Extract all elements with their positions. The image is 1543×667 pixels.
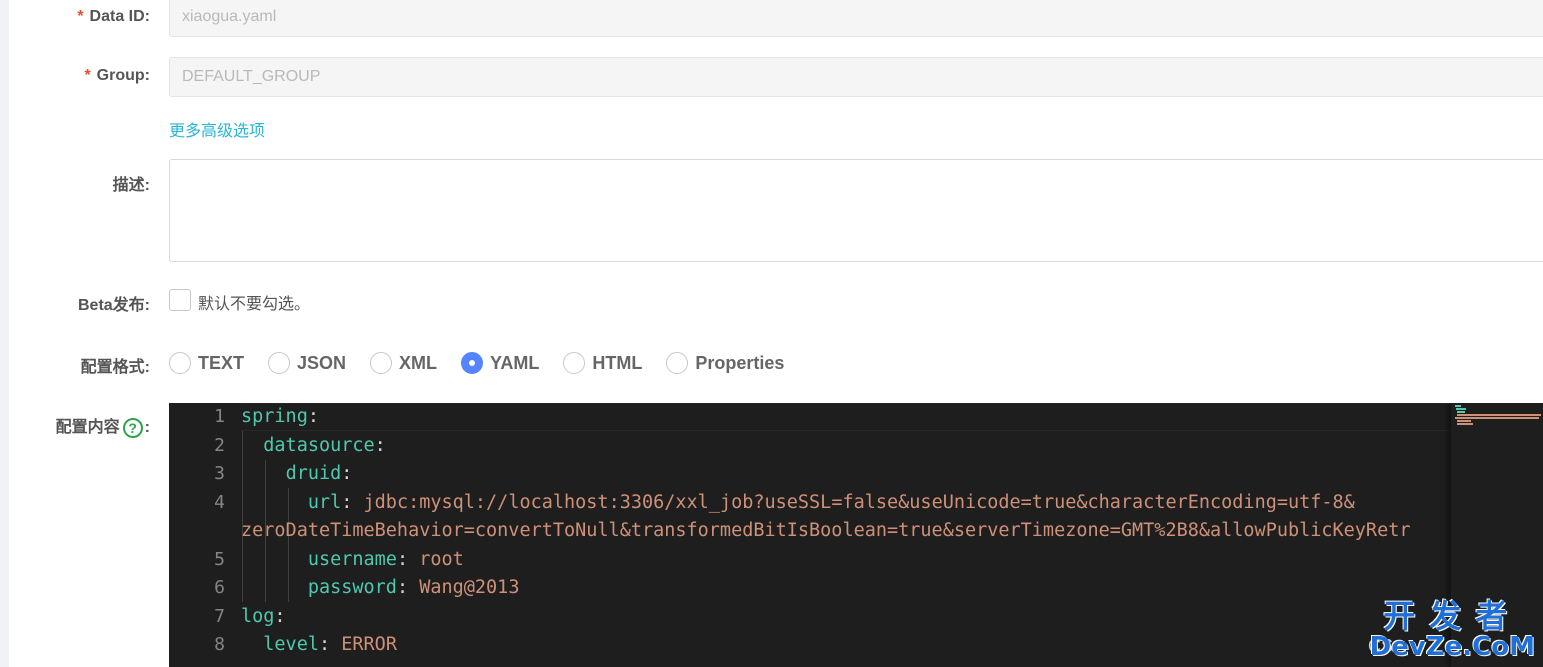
code-line: spring: xyxy=(241,406,319,427)
radio-button[interactable] xyxy=(666,352,689,374)
line-number: 4 xyxy=(214,491,225,513)
format-option-json[interactable]: JSON xyxy=(268,352,346,374)
minimap-line xyxy=(1457,423,1473,425)
beta-label: Beta发布: xyxy=(77,297,150,314)
content-label-text: 配置内容 xyxy=(55,419,120,436)
advanced-options-link[interactable]: 更多高级选项 xyxy=(169,117,265,141)
required-mark: * xyxy=(84,67,91,84)
radio-button[interactable] xyxy=(370,352,393,374)
line-number: 3 xyxy=(214,463,225,484)
minimap-line xyxy=(1455,417,1539,419)
format-option-properties[interactable]: Properties xyxy=(666,352,784,374)
line-number-gutter: 1 2 3 4 5 6 7 8 xyxy=(169,403,239,667)
minimap-line xyxy=(1455,405,1461,407)
format-option-xml[interactable]: XML xyxy=(370,352,437,374)
code-editor[interactable]: 1 2 3 4 5 6 7 8 spring: datasource: drui… xyxy=(169,403,1543,667)
description-label: 描述: xyxy=(112,177,150,194)
data-id-label: * Data ID: xyxy=(77,8,150,26)
content-label: 配置内容?: xyxy=(56,413,150,438)
description-textarea[interactable] xyxy=(169,159,1543,262)
line-number: 2 xyxy=(214,434,225,456)
code-line: username: root xyxy=(307,548,464,570)
line-number: 8 xyxy=(214,634,225,655)
beta-checkbox[interactable] xyxy=(169,289,191,311)
format-option-label: JSON xyxy=(297,352,347,373)
csdn-watermark-text: CS xyxy=(1367,636,1393,656)
code-line: log: xyxy=(241,605,286,627)
help-icon[interactable]: ? xyxy=(122,417,143,438)
code-line: level: ERROR xyxy=(263,634,397,655)
code-line: password: Wang@2013 xyxy=(307,577,520,598)
required-mark: * xyxy=(77,8,84,25)
group-label-text: Group: xyxy=(96,67,150,84)
group-input[interactable] xyxy=(169,57,1543,97)
minimap-line xyxy=(1457,411,1465,413)
format-option-label: HTML xyxy=(592,352,643,373)
config-form-page: * Data ID: * Group: 更多高级选项 描述: Beta发布: 默认不… xyxy=(0,0,1543,667)
radio-button-selected[interactable] xyxy=(461,352,484,374)
radio-button[interactable] xyxy=(169,352,191,374)
code-line: url: jdbc:mysql://localhost:3306/xxl_job… xyxy=(307,491,1355,513)
minimap-line xyxy=(1457,420,1471,422)
data-id-input[interactable] xyxy=(169,0,1543,37)
format-label: 配置格式: xyxy=(80,359,150,376)
code-line-wrapped: zeroDateTimeBehavior=convertToNull&trans… xyxy=(241,520,1411,541)
format-option-html[interactable]: HTML xyxy=(563,352,642,374)
line-number: 1 xyxy=(214,406,225,427)
format-option-text[interactable]: TEXT xyxy=(169,352,244,374)
format-option-yaml[interactable]: YAML xyxy=(461,352,539,374)
editor-minimap[interactable] xyxy=(1451,403,1543,667)
code-line: druid: xyxy=(285,463,353,484)
radio-button[interactable] xyxy=(268,352,291,374)
group-label: * Group: xyxy=(84,67,150,85)
code-line: datasource: xyxy=(263,434,386,456)
code-area[interactable]: spring: datasource: druid: url: jdbc:mys… xyxy=(241,403,1451,667)
beta-checkbox-text: 默认不要勾选。 xyxy=(198,296,311,313)
content-label-colon: : xyxy=(144,419,150,436)
format-option-label: TEXT xyxy=(198,352,245,373)
line-number: 7 xyxy=(214,605,225,627)
format-option-label: Properties xyxy=(695,352,785,373)
minimap-line xyxy=(1456,408,1466,410)
data-id-label-text: Data ID: xyxy=(89,8,150,25)
format-option-label: YAML xyxy=(490,352,540,373)
format-option-label: XML xyxy=(399,352,438,373)
left-gutter xyxy=(0,0,9,667)
minimap-line xyxy=(1457,414,1541,416)
current-line-highlight xyxy=(241,403,1451,431)
radio-button[interactable] xyxy=(563,352,586,374)
line-number: 6 xyxy=(214,577,225,598)
line-number: 5 xyxy=(214,548,225,570)
format-radio-group: TEXT JSON XML YAML HTML Properties xyxy=(169,350,808,376)
